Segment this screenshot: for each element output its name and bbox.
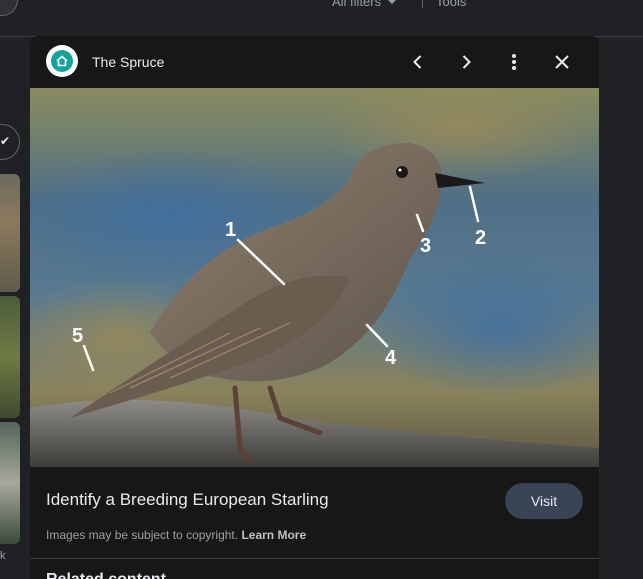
back-pill[interactable] [0,0,18,16]
top-bar: All filters Tools [0,0,643,37]
image-caption[interactable]: Identify a Breeding European Starling [46,490,329,510]
result-label: k [0,550,6,562]
callout-label-3: 3 [420,235,431,257]
all-filters-label: All filters [332,0,382,9]
tools-button[interactable]: Tools [436,0,466,9]
learn-more-link[interactable]: Learn More [241,528,306,542]
next-button[interactable] [454,50,478,74]
related-content-heading: Related content [46,571,166,579]
callout-label-1: 1 [225,219,236,241]
close-button[interactable] [550,50,574,74]
callout-label-2: 2 [475,227,486,249]
section-divider [30,558,599,559]
result-thumbnail[interactable] [0,296,20,418]
toolbar-divider [422,0,423,8]
house-icon [51,50,73,72]
callout-label-5: 5 [72,325,83,347]
all-filters-button[interactable]: All filters [332,0,397,9]
result-thumbnail[interactable] [0,422,20,544]
visit-button[interactable]: Visit [505,483,583,519]
selected-chip[interactable]: ✔ [0,124,20,160]
source-logo[interactable] [46,45,78,77]
close-icon [555,55,569,69]
image-preview-panel: The Spruce 1 2 3 4 5 Identify a Breeding… [30,36,599,579]
check-icon: ✔ [0,134,10,148]
chevron-right-icon [462,55,471,69]
source-name[interactable]: The Spruce [92,54,164,70]
result-thumbnail[interactable] [0,174,20,292]
preview-image[interactable]: 1 2 3 4 5 [30,88,599,467]
previous-button[interactable] [406,50,430,74]
chevron-down-icon [388,0,396,4]
chevron-left-icon [413,55,422,69]
callout-label-4: 4 [385,347,397,369]
panel-header: The Spruce [30,36,599,88]
copyright-text: Images may be subject to copyright. [46,528,239,542]
more-options-button[interactable] [502,50,526,74]
copyright-notice: Images may be subject to copyright. Lear… [46,528,306,542]
more-vert-icon [512,54,516,70]
